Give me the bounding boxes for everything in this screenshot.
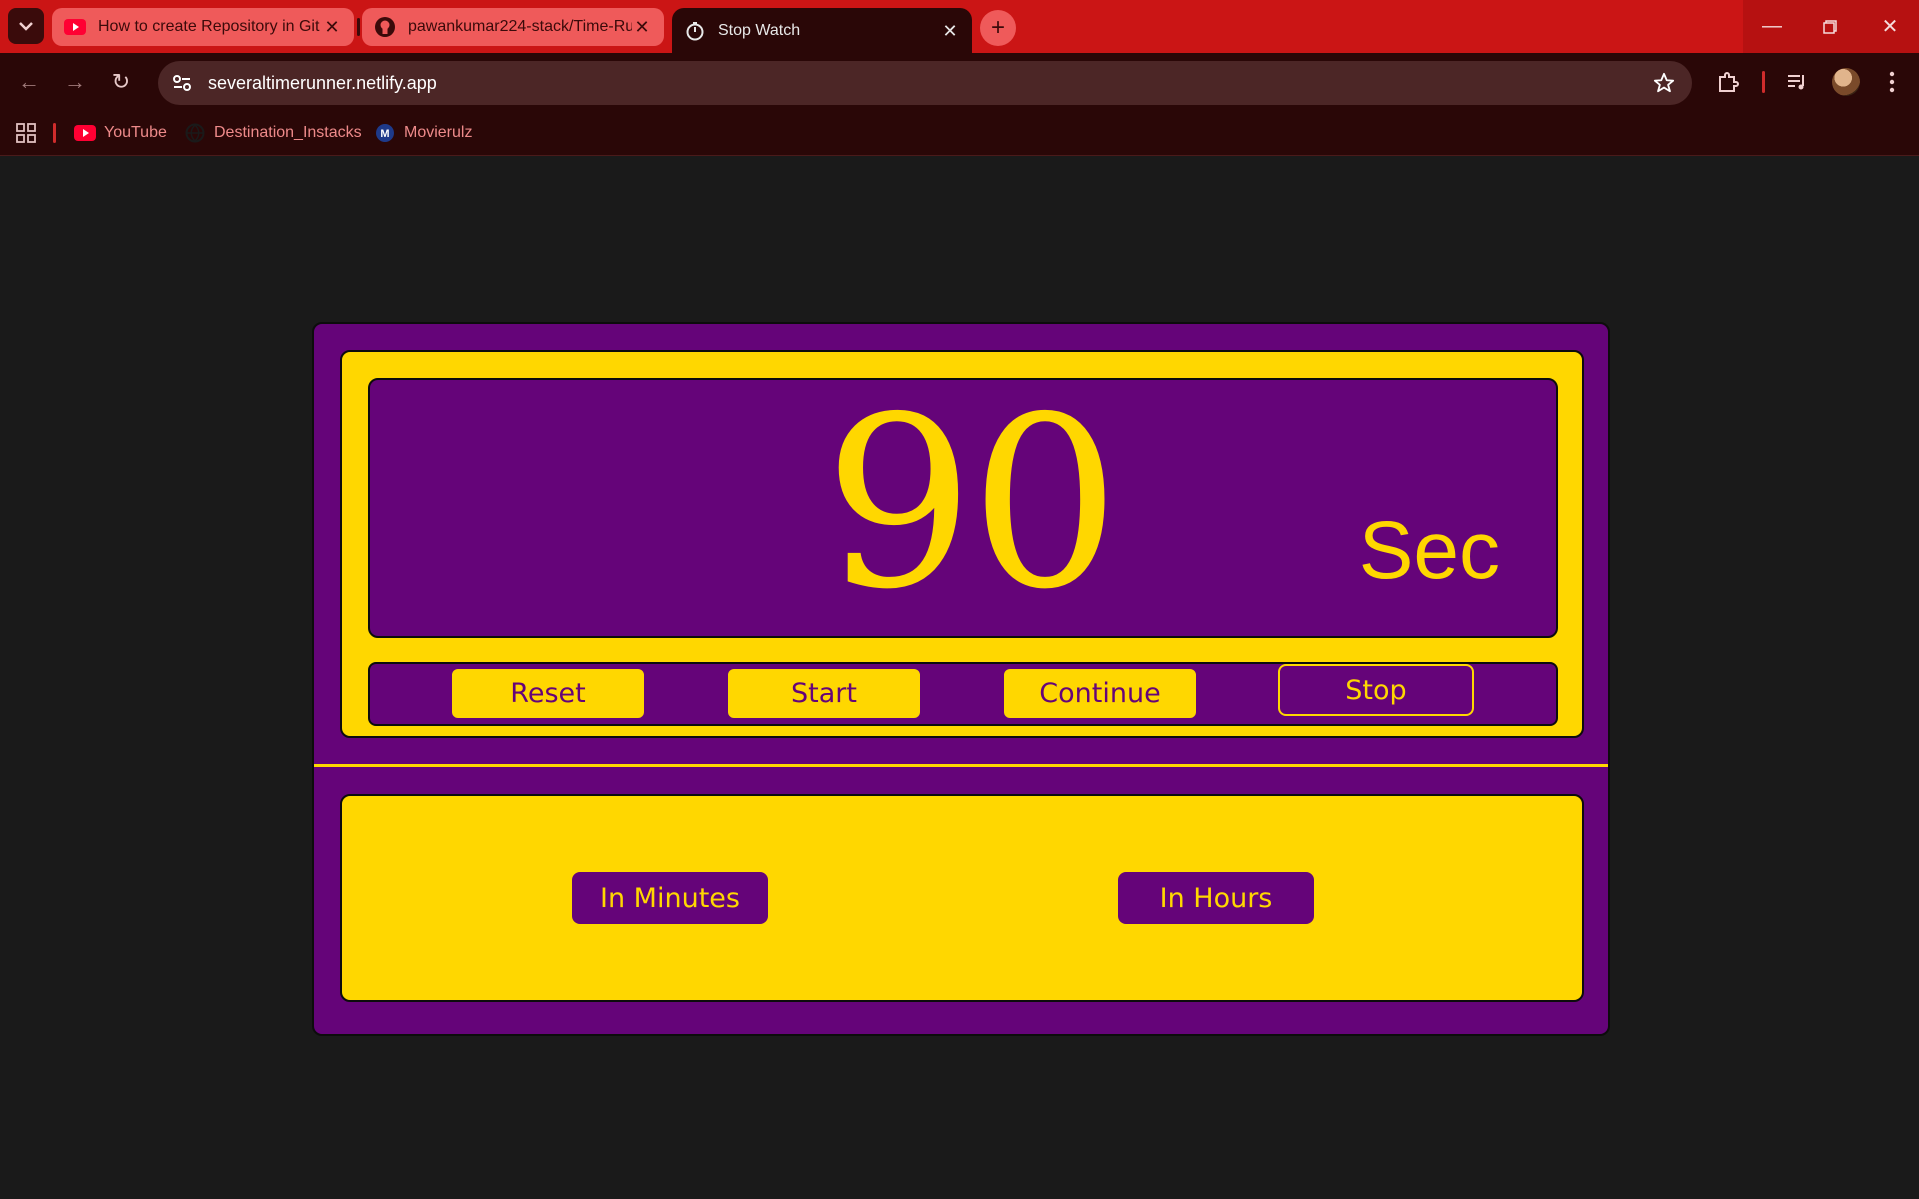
close-icon[interactable]: ✕ xyxy=(322,17,342,38)
reload-button[interactable]: ↻ xyxy=(104,65,138,99)
restore-button[interactable] xyxy=(1801,0,1859,53)
controls-bar: Reset Start Continue Stop xyxy=(368,662,1558,726)
site-favicon xyxy=(684,20,706,42)
stop-button[interactable]: Stop xyxy=(1278,664,1474,716)
toolbar-divider xyxy=(1762,71,1765,93)
chevron-down-icon xyxy=(19,22,33,31)
bookmark-star-icon[interactable] xyxy=(1644,72,1684,94)
close-icon: ✕ xyxy=(1881,16,1899,38)
extensions-button[interactable] xyxy=(1711,65,1745,99)
arrow-right-icon: → xyxy=(64,69,86,94)
menu-button[interactable] xyxy=(1875,65,1909,99)
stopwatch-app: 90 Sec Reset Start Continue Stop In Minu… xyxy=(312,322,1610,1036)
tab-youtube[interactable]: How to create Repository in Git ✕ xyxy=(52,8,354,46)
youtube-icon xyxy=(74,122,96,144)
svg-text:M: M xyxy=(380,128,389,140)
bookmark-separator xyxy=(53,123,56,143)
bookmark-youtube[interactable]: YouTube xyxy=(74,119,167,147)
forward-button[interactable]: → xyxy=(58,65,92,99)
globe-icon xyxy=(184,122,206,144)
tab-title: Stop Watch xyxy=(718,22,801,39)
plus-icon: + xyxy=(990,14,1005,41)
new-tab-button[interactable]: + xyxy=(980,10,1016,46)
url-text[interactable]: severaltimerunner.netlify.app xyxy=(208,73,1644,94)
bookmark-label: Movierulz xyxy=(404,124,473,141)
conversion-panel: In Minutes In Hours xyxy=(340,794,1584,1002)
minimize-button[interactable]: — xyxy=(1743,0,1801,53)
bookmark-label: Destination_Instacks xyxy=(214,124,362,141)
back-button[interactable]: ← xyxy=(12,65,46,99)
timer-panel: 90 Sec Reset Start Continue Stop xyxy=(340,350,1584,738)
arrow-left-icon: ← xyxy=(18,69,40,94)
site-info-icon[interactable] xyxy=(162,63,202,103)
timer-unit: Sec xyxy=(1358,505,1500,596)
avatar[interactable] xyxy=(1832,68,1860,96)
tab-github[interactable]: pawankumar224-stack/Time-Ru ✕ xyxy=(362,8,664,46)
in-minutes-button[interactable]: In Minutes xyxy=(572,872,768,924)
puzzle-icon xyxy=(1719,72,1739,92)
restore-icon xyxy=(1823,19,1837,34)
youtube-icon xyxy=(64,16,86,38)
github-icon xyxy=(374,16,396,38)
bookmark-label: YouTube xyxy=(104,124,167,141)
bookmark-movierulz[interactable]: M Movierulz xyxy=(374,119,472,147)
reset-button[interactable]: Reset xyxy=(450,667,646,720)
bookmark-destination-instacks[interactable]: Destination_Instacks xyxy=(184,119,362,147)
reload-icon: ↻ xyxy=(111,69,131,94)
close-icon[interactable]: ✕ xyxy=(632,17,652,38)
bookmarks-bar: YouTube Destination_Instacks M Movierulz xyxy=(0,111,1919,156)
close-icon[interactable]: ✕ xyxy=(940,21,960,42)
browser-toolbar: ← → ↻ severaltimerunner.netlify.app xyxy=(0,53,1919,111)
section-divider xyxy=(314,764,1608,767)
start-button[interactable]: Start xyxy=(726,667,922,720)
tab-separator xyxy=(357,18,360,36)
address-bar[interactable]: severaltimerunner.netlify.app xyxy=(158,61,1692,105)
in-hours-button[interactable]: In Hours xyxy=(1118,872,1314,924)
media-control-button[interactable] xyxy=(1780,65,1814,99)
tab-strip: How to create Repository in Git ✕ pawank… xyxy=(0,0,1919,54)
playlist-icon xyxy=(1788,75,1804,90)
minimize-icon: — xyxy=(1762,15,1782,37)
apps-grid-icon[interactable] xyxy=(14,121,38,145)
tab-title: How to create Repository in Git xyxy=(98,18,320,35)
tab-stop-watch[interactable]: Stop Watch ✕ xyxy=(672,8,972,54)
tab-title: pawankumar224-stack/Time-Ru xyxy=(408,18,632,35)
continue-button[interactable]: Continue xyxy=(1002,667,1198,720)
close-window-button[interactable]: ✕ xyxy=(1861,0,1919,53)
timer-display: 90 Sec xyxy=(368,378,1558,638)
movierulz-icon: M xyxy=(374,122,396,144)
tab-search-button[interactable] xyxy=(8,8,44,44)
kebab-menu-icon xyxy=(1889,71,1895,93)
